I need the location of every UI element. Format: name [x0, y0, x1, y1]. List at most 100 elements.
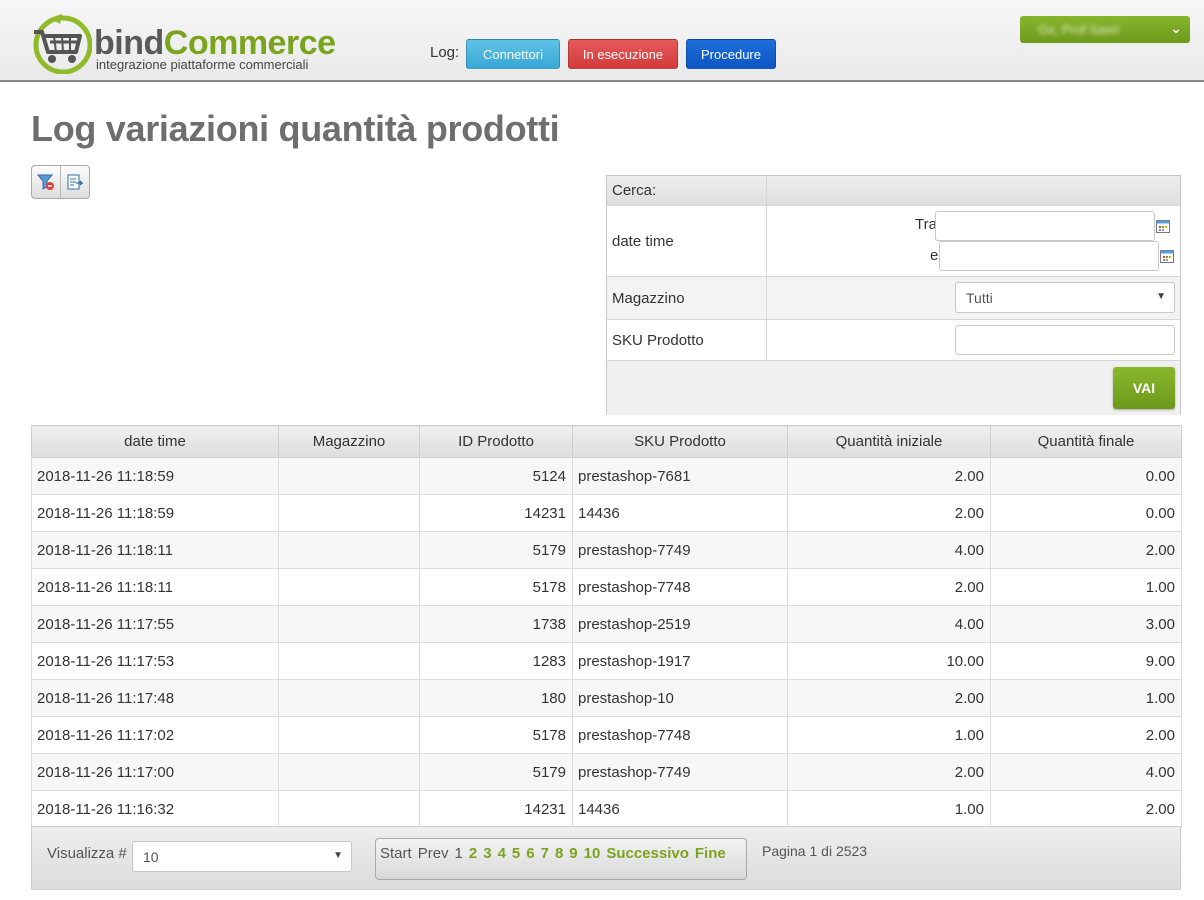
cell-magazzino	[278, 790, 420, 828]
cell-date-time: 2018-11-26 11:16:32	[31, 790, 279, 828]
cell-sku-prodotto: prestashop-10	[572, 679, 788, 717]
table-row[interactable]: 2018-11-26 11:17:02 5178 prestashop-7748 1.…	[31, 716, 1182, 754]
cell-id-prodotto: 5179	[419, 753, 573, 791]
cell-quantita-finale: 3.00	[990, 605, 1182, 643]
cell-quantita-finale: 1.00	[990, 568, 1182, 606]
search-header-row: Cerca:	[607, 176, 1180, 206]
cell-quantita-finale: 0.00	[990, 457, 1182, 495]
cell-sku-prodotto: prestashop-7681	[572, 457, 788, 495]
column-header-quantita-finale[interactable]: Quantità finale	[990, 425, 1182, 458]
dropdown-arrow-icon: ▼	[333, 850, 343, 861]
cell-quantita-finale: 1.00	[990, 679, 1182, 717]
cell-sku-prodotto: prestashop-7748	[572, 716, 788, 754]
cell-magazzino	[278, 679, 420, 717]
dropdown-arrow-icon: ▼	[1156, 291, 1166, 302]
cell-quantita-iniziale: 4.00	[787, 531, 991, 569]
table-row[interactable]: 2018-11-26 11:17:55 1738 prestashop-2519 4.…	[31, 605, 1182, 643]
date-from-input[interactable]	[935, 211, 1155, 241]
pager-current-page: 1	[454, 845, 463, 862]
pager-page-link[interactable]: 4	[498, 845, 506, 862]
cell-date-time: 2018-11-26 11:18:11	[31, 531, 279, 569]
date-time-label: date time	[607, 206, 767, 276]
cell-magazzino	[278, 716, 420, 754]
connettori-button[interactable]: Connettori	[466, 39, 560, 69]
pager-page-link[interactable]: 3	[483, 845, 491, 862]
and-label: e	[930, 247, 939, 264]
cell-magazzino	[278, 494, 420, 532]
cell-id-prodotto: 5178	[419, 716, 573, 754]
cell-sku-prodotto: prestashop-1917	[572, 642, 788, 680]
pager-next[interactable]: Successivo	[606, 845, 689, 862]
pager-start[interactable]: Start	[380, 845, 412, 862]
in-esecuzione-button[interactable]: In esecuzione	[568, 39, 678, 69]
warehouse-select[interactable]: Tutti ▼	[955, 282, 1175, 313]
cell-magazzino	[278, 642, 420, 680]
sku-input[interactable]	[955, 325, 1175, 355]
column-header-quantita-iniziale[interactable]: Quantità iniziale	[787, 425, 991, 458]
pager-prev[interactable]: Prev	[418, 845, 449, 862]
pager-end[interactable]: Fine	[695, 845, 726, 862]
table-header-row: date time Magazzino ID Prodotto SKU Prod…	[31, 425, 1182, 458]
cell-quantita-finale: 4.00	[990, 753, 1182, 791]
cell-date-time: 2018-11-26 11:18:11	[31, 568, 279, 606]
pager: Start Prev 1 2 3 4 5 6 7 8 9 10 Successivo Fine	[375, 838, 747, 880]
chevron-down-icon: ⌄	[1170, 20, 1182, 36]
cell-sku-prodotto: prestashop-7749	[572, 753, 788, 791]
cell-id-prodotto: 1738	[419, 605, 573, 643]
table-row[interactable]: 2018-11-26 11:18:59 5124 prestashop-7681 2.…	[31, 457, 1182, 495]
search-header: Cerca:	[607, 176, 767, 205]
cell-id-prodotto: 1283	[419, 642, 573, 680]
cell-quantita-iniziale: 1.00	[787, 790, 991, 828]
cell-quantita-iniziale: 2.00	[787, 568, 991, 606]
table-row[interactable]: 2018-11-26 11:18:11 5179 prestashop-7749 4.…	[31, 531, 1182, 569]
calendar-icon[interactable]	[1160, 249, 1174, 263]
cell-date-time: 2018-11-26 11:17:53	[31, 642, 279, 680]
grid-toolbar	[31, 165, 90, 199]
cell-sku-prodotto: prestashop-7748	[572, 568, 788, 606]
column-header-magazzino[interactable]: Magazzino	[278, 425, 420, 458]
search-sku-row: SKU Prodotto	[607, 320, 1180, 361]
clear-filter-button[interactable]	[32, 166, 60, 198]
cell-sku-prodotto: 14436	[572, 790, 788, 828]
column-header-date-time[interactable]: date time	[31, 425, 279, 458]
column-header-id-prodotto[interactable]: ID Prodotto	[419, 425, 573, 458]
pager-page-link[interactable]: 7	[541, 845, 549, 862]
table-row[interactable]: 2018-11-26 11:18:59 14231 14436 2.00 0.00	[31, 494, 1182, 532]
table-row[interactable]: 2018-11-26 11:16:32 14231 14436 1.00 2.00	[31, 790, 1182, 828]
cell-id-prodotto: 5124	[419, 457, 573, 495]
cell-sku-prodotto: prestashop-7749	[572, 531, 788, 569]
brand-tagline: integrazione piattaforme commerciali	[96, 57, 309, 72]
vai-button[interactable]: VAI	[1113, 367, 1175, 409]
pager-page-link[interactable]: 10	[584, 845, 601, 862]
date-to-input[interactable]	[939, 241, 1159, 271]
cell-quantita-finale: 9.00	[990, 642, 1182, 680]
cart-logo-icon	[33, 14, 92, 74]
user-menu[interactable]: Gx, Prof Savrl ⌄	[1020, 16, 1190, 43]
procedure-button[interactable]: Procedure	[686, 39, 776, 69]
pager-page-link[interactable]: 5	[512, 845, 520, 862]
export-icon	[67, 174, 84, 190]
cell-quantita-iniziale: 2.00	[787, 494, 991, 532]
cell-date-time: 2018-11-26 11:17:00	[31, 753, 279, 791]
pager-page-link[interactable]: 6	[526, 845, 534, 862]
cell-magazzino	[278, 531, 420, 569]
cell-id-prodotto: 14231	[419, 494, 573, 532]
table-row[interactable]: 2018-11-26 11:17:00 5179 prestashop-7749 2.…	[31, 753, 1182, 791]
export-button[interactable]	[60, 166, 89, 198]
brand-wordmark: bindCommerce	[94, 26, 336, 60]
table-row[interactable]: 2018-11-26 11:17:48 180 prestashop-10 2.00 1…	[31, 679, 1182, 717]
cell-quantita-iniziale: 2.00	[787, 753, 991, 791]
pager-page-link[interactable]: 8	[555, 845, 563, 862]
page-size-select[interactable]: 10 ▼	[132, 841, 352, 872]
cell-quantita-finale: 2.00	[990, 531, 1182, 569]
brand-logo[interactable]: bindCommerce integrazione piattaforme co…	[30, 12, 336, 74]
pager-page-link[interactable]: 9	[569, 845, 577, 862]
table-row[interactable]: 2018-11-26 11:18:11 5178 prestashop-7748 2.…	[31, 568, 1182, 606]
table-row[interactable]: 2018-11-26 11:17:53 1283 prestashop-1917 10…	[31, 642, 1182, 680]
warehouse-selected-value: Tutti	[966, 289, 993, 306]
pager-page-link[interactable]: 2	[469, 845, 477, 862]
column-header-sku-prodotto[interactable]: SKU Prodotto	[572, 425, 788, 458]
cell-id-prodotto: 14231	[419, 790, 573, 828]
calendar-icon[interactable]	[1156, 219, 1170, 233]
top-bar: bindCommerce integrazione piattaforme co…	[0, 0, 1204, 82]
